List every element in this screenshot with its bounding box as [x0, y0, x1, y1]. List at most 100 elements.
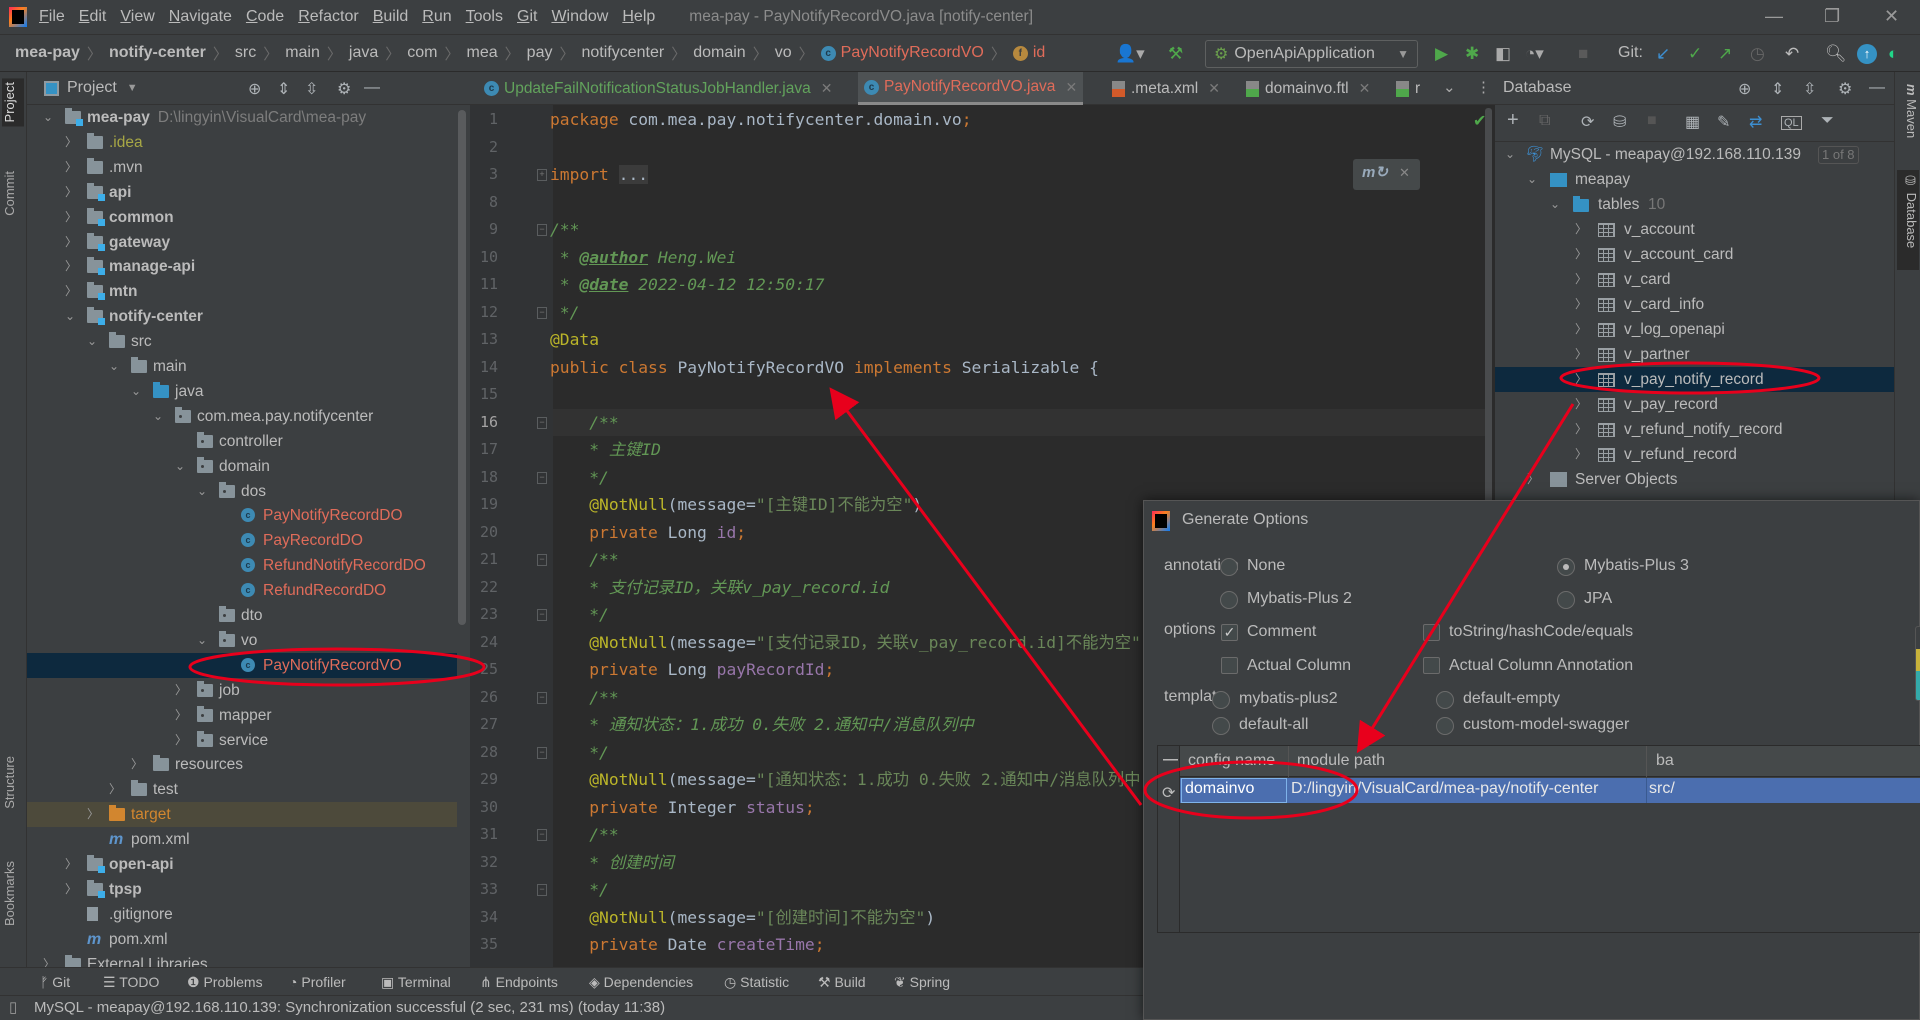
tree-item[interactable]: ⌄ domain — [27, 454, 457, 479]
tab-partial[interactable]: r — [1390, 72, 1432, 105]
db-schema-node[interactable]: ⌄ meapay — [1495, 167, 1894, 192]
db-properties-icon[interactable]: ⛁ — [1613, 112, 1626, 132]
line-number[interactable]: 24 — [470, 629, 498, 657]
db-tables-node[interactable]: ⌄ tables 10 — [1495, 192, 1894, 217]
code-line[interactable] — [550, 189, 1485, 217]
breadcrumb-main[interactable]: main — [285, 44, 320, 62]
menu-build[interactable]: Build — [373, 8, 409, 26]
menu-navigate[interactable]: Navigate — [169, 8, 232, 26]
line-number[interactable]: 22 — [470, 574, 498, 602]
line-number[interactable]: 19 — [470, 491, 498, 519]
chevron-right-icon[interactable]: 〉 — [65, 205, 77, 230]
chevron-down-icon[interactable]: ⌄ — [175, 454, 185, 479]
chevron-down-icon[interactable]: ⌄ — [197, 628, 207, 653]
tab-update-fail-handler[interactable]: c UpdateFailNotificationStatusJobHandler.… — [478, 72, 838, 105]
terminal-tool-button[interactable]: ▣ Terminal — [381, 974, 451, 991]
chevron-down-icon[interactable]: ⌄ — [65, 304, 75, 329]
tree-item[interactable]: 〉 mapper — [27, 703, 457, 728]
chevron-right-icon[interactable]: 〉 — [1575, 342, 1587, 367]
code-line[interactable]: * @author Heng.Wei — [550, 244, 1485, 272]
line-number[interactable]: 23 — [470, 601, 498, 629]
close-icon[interactable]: ✕ — [1399, 165, 1410, 181]
checkbox-actual-column[interactable] — [1221, 657, 1238, 674]
chevron-right-icon[interactable]: 〉 — [1575, 367, 1587, 392]
chevron-right-icon[interactable]: 〉 — [65, 852, 77, 877]
column-config-name[interactable]: config name — [1188, 752, 1275, 770]
chevron-right-icon[interactable]: 〉 — [109, 777, 121, 802]
tab-meta-xml[interactable]: .meta.xml ✕ — [1106, 72, 1226, 105]
code-line[interactable]: */ — [550, 299, 1485, 327]
line-number[interactable]: 10 — [470, 244, 498, 272]
line-number[interactable]: 9 — [470, 216, 498, 244]
tree-item[interactable]: c RefundNotifyRecordDO — [27, 553, 457, 578]
add-icon[interactable]: + — [1507, 109, 1519, 132]
code-line[interactable]: import ... — [550, 161, 1485, 189]
breadcrumb-field[interactable]: id — [1033, 44, 1045, 62]
tab-domainvo-ftl[interactable]: domainvo.ftl ✕ — [1240, 72, 1376, 105]
db-server-objects-node[interactable]: 〉 Server Objects — [1495, 467, 1894, 492]
tree-item[interactable]: 〉 api — [27, 180, 457, 205]
chevron-right-icon[interactable]: 〉 — [175, 703, 187, 728]
tree-item[interactable]: 〉 .mvn — [27, 155, 457, 180]
db-table-item[interactable]: 〉 v_account_card — [1495, 242, 1894, 267]
code-line[interactable]: /** — [550, 216, 1485, 244]
tree-item[interactable]: 〉 resources — [27, 752, 457, 777]
line-number[interactable]: 14 — [470, 354, 498, 382]
column-module-path[interactable]: module path — [1297, 752, 1385, 770]
tree-item[interactable]: ⌄ mea-pay D:\lingyin\VisualCard\mea-pay — [27, 105, 457, 130]
chevron-right-icon[interactable]: 〉 — [43, 952, 55, 967]
user-icon[interactable]: 👤▾ — [1115, 44, 1145, 64]
refresh-icon[interactable]: ⟳ — [1162, 783, 1175, 803]
chevron-right-icon[interactable]: 〉 — [1575, 267, 1587, 292]
coverage-icon[interactable]: ◧ — [1495, 44, 1511, 64]
chevron-right-icon[interactable]: 〉 — [87, 802, 99, 827]
chevron-right-icon[interactable]: 〉 — [175, 728, 187, 753]
code-line[interactable]: /** — [550, 409, 1485, 437]
chevron-down-icon[interactable]: ⌄ — [43, 105, 53, 130]
radio-mybatis-plus2-template[interactable] — [1212, 691, 1230, 709]
tree-item[interactable]: 〉 External Libraries — [27, 952, 457, 967]
tree-item[interactable]: ⌄ notify-center — [27, 304, 457, 329]
tree-item[interactable]: c PayNotifyRecordVO — [27, 652, 457, 678]
tree-item[interactable]: ⌄ java — [27, 379, 457, 404]
db-table-item[interactable]: 〉 v_pay_record — [1495, 392, 1894, 417]
tree-item[interactable]: ⌄ dos — [27, 479, 457, 504]
stop-icon[interactable]: ■ — [1647, 112, 1657, 130]
breadcrumb-java[interactable]: java — [349, 44, 378, 62]
tree-item[interactable]: m pom.xml — [27, 927, 457, 952]
profile-icon[interactable]: ◔▾ — [1525, 44, 1544, 64]
code-line[interactable]: package com.mea.pay.notifycenter.domain.… — [550, 106, 1485, 134]
fold-collapse-icon[interactable]: − — [537, 306, 547, 319]
code-with-me-icon[interactable]: ◐ — [1888, 44, 1898, 64]
bookmarks-tool-tab[interactable]: Bookmarks — [2, 857, 24, 930]
chevron-down-icon[interactable]: ⌄ — [1527, 167, 1537, 192]
tree-item[interactable]: 〉 target — [27, 802, 457, 828]
line-number[interactable]: 8 — [470, 189, 498, 217]
git-update-icon[interactable]: ↙ — [1656, 44, 1670, 64]
db-connection-node[interactable]: ⌄ 🐬︎ MySQL - meapay@192.168.110.139 1 of… — [1495, 142, 1894, 167]
tree-item[interactable]: c PayRecordDO — [27, 528, 457, 553]
breadcrumb-class[interactable]: PayNotifyRecordVO — [841, 44, 984, 62]
gear-icon[interactable]: ⚙ — [337, 79, 351, 99]
radio-none[interactable] — [1220, 558, 1238, 576]
tree-item[interactable]: ⌄ main — [27, 354, 457, 379]
line-number[interactable]: 33 — [470, 876, 498, 904]
fold-collapse-icon[interactable]: − — [537, 691, 547, 704]
table-view-icon[interactable]: ▦ — [1685, 112, 1700, 132]
breadcrumb-notifycenter[interactable]: notifycenter — [581, 44, 664, 62]
tree-item[interactable]: 〉 manage-api — [27, 254, 457, 279]
locate-icon[interactable]: ⊕ — [248, 79, 261, 99]
chevron-down-icon[interactable]: ⌄ — [131, 379, 141, 404]
db-table-item[interactable]: 〉 v_card — [1495, 267, 1894, 292]
filter-icon[interactable]: ⏷ — [1821, 112, 1834, 130]
radio-mybatis-plus-2[interactable] — [1220, 591, 1238, 609]
radio-jpa[interactable] — [1557, 591, 1575, 609]
chevron-right-icon[interactable]: 〉 — [1575, 292, 1587, 317]
rollback-icon[interactable]: ↶ — [1785, 44, 1799, 64]
tree-item[interactable]: ⌄ vo — [27, 628, 457, 653]
tree-item[interactable]: ⌄ src — [27, 329, 457, 354]
maven-reload-popup[interactable]: m↻ ✕ — [1353, 159, 1420, 190]
database-tool-tab[interactable]: ⛁ Database — [1897, 170, 1919, 270]
fold-collapse-icon[interactable]: − — [537, 416, 547, 429]
line-number[interactable]: 21 — [470, 546, 498, 574]
